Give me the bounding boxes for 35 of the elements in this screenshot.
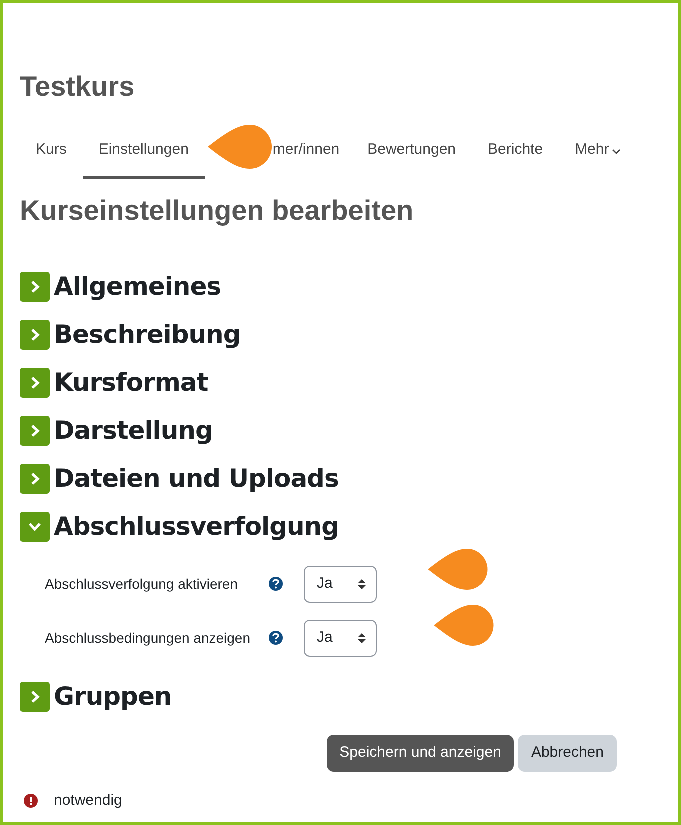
form-button[interactable]: Speichern und anzeigen	[326, 735, 514, 772]
expand-toggle[interactable]	[20, 512, 50, 542]
section-heading[interactable]: Beschreibung	[54, 316, 241, 354]
tab[interactable]: Kurs	[20, 125, 83, 179]
section-heading[interactable]: Kursformat	[54, 364, 208, 402]
page-heading: Kurseinstellungen bearbeiten	[20, 194, 415, 228]
required-icon	[24, 794, 38, 808]
expand-toggle[interactable]	[20, 416, 50, 446]
expand-toggle[interactable]	[20, 464, 50, 494]
tab[interactable]: Mehr	[559, 125, 638, 179]
expand-toggle[interactable]	[20, 682, 50, 712]
field-label: Abschlussbedingungen anzeigen	[44, 628, 252, 648]
tab[interactable]: Berichte	[472, 125, 560, 179]
form-button[interactable]: Abbrechen	[518, 735, 617, 772]
section-heading[interactable]: Allgemeines	[54, 268, 222, 306]
help-icon[interactable]	[269, 577, 283, 591]
tab[interactable]: Bewertungen	[352, 125, 472, 179]
tab[interactable]: Einstellungen	[82, 125, 205, 179]
sort-arrows-icon	[358, 578, 366, 590]
help-icon[interactable]	[269, 631, 283, 645]
pointer-marker	[206, 125, 272, 169]
course-title: Testkurs	[20, 70, 136, 104]
section-heading[interactable]: Abschlussverfolgung	[54, 508, 339, 546]
section-heading[interactable]: Dateien und Uploads	[54, 460, 339, 498]
section-heading[interactable]: Gruppen	[54, 678, 172, 716]
sort-arrows-icon	[358, 632, 366, 644]
expand-toggle[interactable]	[20, 272, 50, 302]
select-field[interactable]: Ja	[304, 566, 377, 602]
field-label: Abschlussverfolgung aktivieren	[44, 574, 239, 594]
section-heading[interactable]: Darstellung	[54, 412, 213, 450]
expand-toggle[interactable]	[20, 320, 50, 350]
required-note: notwendig	[54, 791, 122, 811]
select-field[interactable]: Ja	[304, 620, 377, 656]
tab[interactable]: mer/innen	[272, 125, 352, 179]
expand-toggle[interactable]	[20, 368, 50, 398]
